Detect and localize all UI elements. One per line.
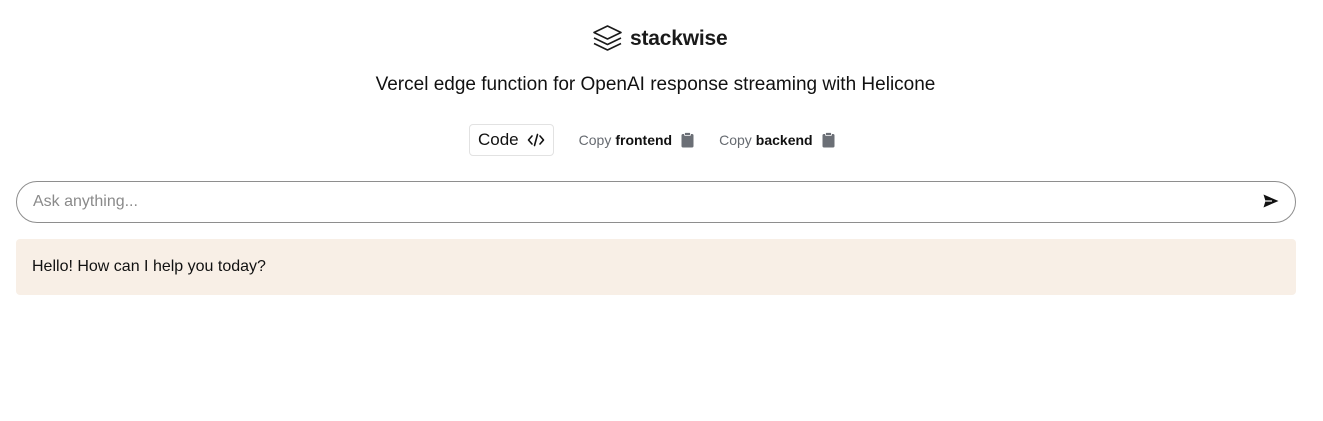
action-bar: Code Copy frontend Copy backend (469, 123, 835, 157)
copy-frontend-prefix: Copy (578, 132, 612, 148)
code-brackets-icon (527, 133, 545, 147)
copy-backend-button[interactable]: Copy backend (719, 132, 835, 148)
copy-backend-target: backend (755, 132, 813, 148)
clipboard-icon (681, 132, 694, 148)
copy-frontend-button[interactable]: Copy frontend (579, 132, 694, 148)
page-title: Vercel edge function for OpenAI response… (375, 74, 936, 95)
brand-name: stackwise (630, 27, 728, 50)
copy-frontend-target: frontend (615, 132, 673, 148)
send-button[interactable] (1261, 193, 1281, 213)
code-button[interactable]: Code (469, 124, 554, 156)
search-input[interactable] (33, 182, 1233, 222)
search-box (16, 181, 1296, 223)
brand-logo[interactable]: stackwise (591, 22, 728, 56)
stack-layers-icon (591, 23, 624, 55)
copy-backend-prefix: Copy (719, 132, 752, 148)
send-icon (1263, 194, 1279, 213)
code-button-label: Code (478, 130, 519, 149)
message-text: Hello! How can I help you today? (32, 258, 266, 275)
assistant-message: Hello! How can I help you today? (16, 239, 1296, 295)
clipboard-icon (822, 132, 835, 148)
